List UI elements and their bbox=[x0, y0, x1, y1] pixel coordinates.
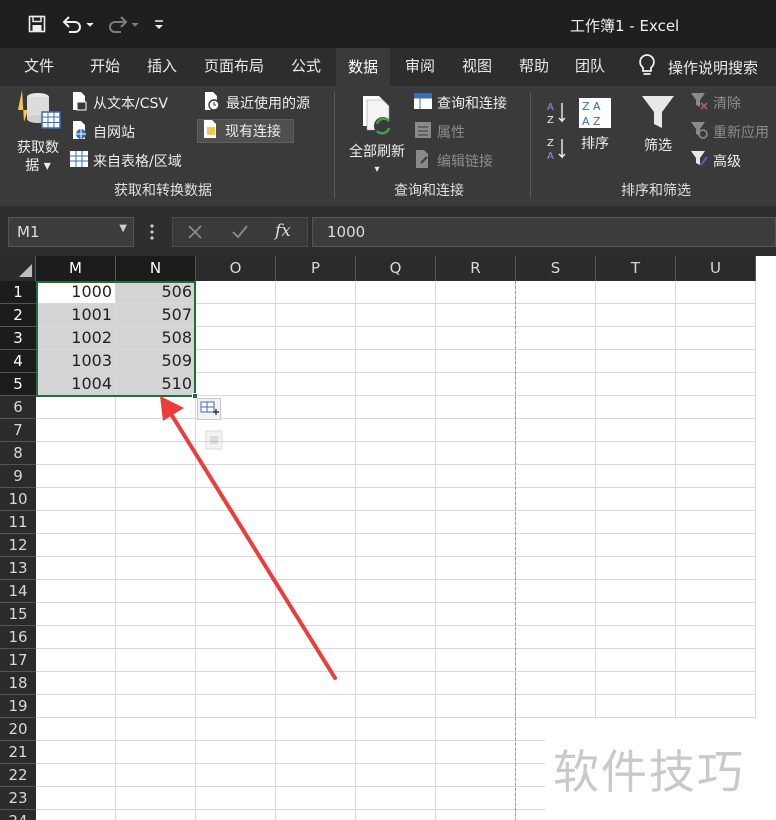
edit-links-icon bbox=[413, 149, 433, 173]
sort-label: 排序 bbox=[581, 136, 609, 152]
from-text-csv-label: 从文本/CSV bbox=[93, 96, 168, 112]
advanced-filter-label: 高级 bbox=[713, 154, 741, 170]
save-icon[interactable] bbox=[24, 11, 50, 37]
web-file-icon bbox=[69, 120, 89, 144]
get-data-label-2: 据 ▾ bbox=[25, 158, 51, 174]
svg-text:A: A bbox=[547, 151, 554, 162]
lightbulb-icon bbox=[636, 53, 658, 81]
ribbon-separator bbox=[530, 92, 531, 198]
reapply-label: 重新应用 bbox=[713, 125, 769, 141]
filter-funnel-icon bbox=[640, 94, 676, 137]
reapply-button[interactable]: 重新应用 bbox=[686, 120, 772, 144]
advanced-filter-icon bbox=[689, 149, 709, 173]
recent-sources-label: 最近使用的源 bbox=[226, 96, 310, 112]
text-file-icon bbox=[69, 91, 89, 115]
recent-sources-button[interactable]: 最近使用的源 bbox=[199, 91, 313, 115]
formula-input[interactable]: 1000 bbox=[312, 217, 776, 247]
get-data-label-1: 获取数 bbox=[17, 140, 59, 156]
refresh-all-button[interactable]: 全部刷新 ▾ bbox=[342, 94, 412, 179]
tab-help[interactable]: 帮助 bbox=[508, 48, 560, 86]
ribbon-tabs: 文件 开始 插入 页面布局 公式 数据 审阅 视图 帮助 团队 操作说明搜索 bbox=[0, 48, 776, 86]
reapply-icon bbox=[689, 120, 709, 144]
customize-qat-icon[interactable] bbox=[150, 11, 168, 37]
existing-connections-button[interactable]: 现有连接 bbox=[197, 119, 294, 143]
properties-icon bbox=[413, 120, 433, 144]
tab-home[interactable]: 开始 bbox=[78, 48, 132, 86]
sort-za-button[interactable]: ZA bbox=[542, 136, 572, 166]
title-bar: 工作簿1 - Excel bbox=[0, 0, 776, 48]
from-web-button[interactable]: 自网站 bbox=[66, 120, 138, 144]
enter-icon[interactable] bbox=[231, 224, 249, 244]
window-title: 工作簿1 - Excel bbox=[570, 17, 680, 35]
undo-icon[interactable] bbox=[58, 11, 98, 37]
ribbon-separator bbox=[334, 92, 335, 198]
existing-connections-icon bbox=[201, 119, 221, 143]
tab-data[interactable]: 数据 bbox=[336, 48, 390, 86]
queries-connections-icon bbox=[413, 91, 433, 115]
properties-label: 属性 bbox=[437, 125, 465, 141]
tab-formulas[interactable]: 公式 bbox=[280, 48, 332, 86]
name-box[interactable]: M1 ▼ bbox=[8, 217, 134, 247]
cancel-icon[interactable] bbox=[187, 224, 203, 244]
worksheet-grid[interactable]: MNOPQRSTU 1 2 3 4 5 6 7 8 9 10 11 12 13 14 15 16 17 18 19 2… bbox=[0, 256, 776, 820]
refresh-all-label: 全部刷新 bbox=[349, 144, 405, 160]
svg-text:Z A: Z A bbox=[582, 100, 601, 113]
tab-insert[interactable]: 插入 bbox=[136, 48, 188, 86]
table-icon bbox=[69, 149, 89, 173]
clear-filter-button[interactable]: 清除 bbox=[686, 91, 744, 115]
sort-button[interactable]: Z A A Z 排序 bbox=[574, 96, 616, 153]
redo-icon[interactable] bbox=[104, 11, 142, 37]
group-label-queries: 查询和连接 bbox=[394, 183, 464, 199]
sort-dialog-icon: Z A A Z bbox=[577, 96, 613, 135]
tab-view[interactable]: 视图 bbox=[450, 48, 504, 86]
insert-function-button[interactable]: fx bbox=[275, 221, 291, 241]
from-table-range-button[interactable]: 来自表格/区域 bbox=[66, 149, 185, 173]
advanced-filter-button[interactable]: 高级 bbox=[686, 149, 744, 173]
sort-descending-icon: ZA bbox=[545, 135, 569, 167]
svg-text:A Z: A Z bbox=[582, 115, 601, 128]
name-box-value: M1 bbox=[17, 223, 40, 241]
from-text-csv-button[interactable]: 从文本/CSV bbox=[66, 91, 171, 115]
queries-connections-button[interactable]: 查询和连接 bbox=[410, 91, 510, 115]
tell-me-label: 操作说明搜索 bbox=[668, 58, 759, 77]
clear-filter-label: 清除 bbox=[713, 96, 741, 112]
tab-page-layout[interactable]: 页面布局 bbox=[196, 48, 272, 86]
tab-review[interactable]: 审阅 bbox=[394, 48, 446, 86]
queries-connections-label: 查询和连接 bbox=[437, 96, 507, 112]
svg-text:A: A bbox=[547, 102, 554, 113]
refresh-all-dropdown: ▾ bbox=[374, 164, 380, 175]
edit-links-button[interactable]: 编辑链接 bbox=[410, 149, 496, 173]
formula-bar-grip-icon[interactable] bbox=[149, 223, 155, 241]
from-table-range-label: 来自表格/区域 bbox=[93, 154, 182, 170]
svg-text:Z: Z bbox=[547, 115, 554, 126]
existing-connections-label: 现有连接 bbox=[225, 124, 281, 140]
ribbon-data: 获取数 据 ▾ 从文本/CSV 自网站 来自表格/区域 最近使用的源 现有连接 … bbox=[0, 86, 776, 206]
filter-button[interactable]: 筛选 bbox=[636, 94, 680, 155]
filter-label: 筛选 bbox=[644, 138, 672, 154]
get-data-button[interactable]: 获取数 据 ▾ bbox=[10, 88, 66, 175]
formula-actions: fx bbox=[172, 217, 308, 247]
refresh-all-icon bbox=[357, 94, 397, 143]
group-label-get-transform: 获取和转换数据 bbox=[114, 183, 212, 199]
tab-file[interactable]: 文件 bbox=[14, 48, 64, 86]
database-icon bbox=[14, 88, 62, 139]
watermark-text: 软件技巧 bbox=[545, 718, 776, 820]
recent-sources-icon bbox=[202, 91, 222, 115]
formula-bar: M1 ▼ fx 1000 bbox=[0, 206, 776, 256]
tab-team[interactable]: 团队 bbox=[564, 48, 616, 86]
sort-ascending-icon: AZ bbox=[545, 99, 569, 131]
sort-az-button[interactable]: AZ bbox=[542, 100, 572, 130]
chevron-down-icon[interactable]: ▼ bbox=[119, 223, 127, 234]
from-web-label: 自网站 bbox=[93, 125, 135, 141]
tell-me-search[interactable]: 操作说明搜索 bbox=[636, 48, 758, 86]
group-label-sort-filter: 排序和筛选 bbox=[621, 183, 691, 199]
svg-text:Z: Z bbox=[547, 138, 554, 149]
properties-button[interactable]: 属性 bbox=[410, 120, 468, 144]
edit-links-label: 编辑链接 bbox=[437, 154, 493, 170]
clear-filter-icon bbox=[689, 91, 709, 115]
